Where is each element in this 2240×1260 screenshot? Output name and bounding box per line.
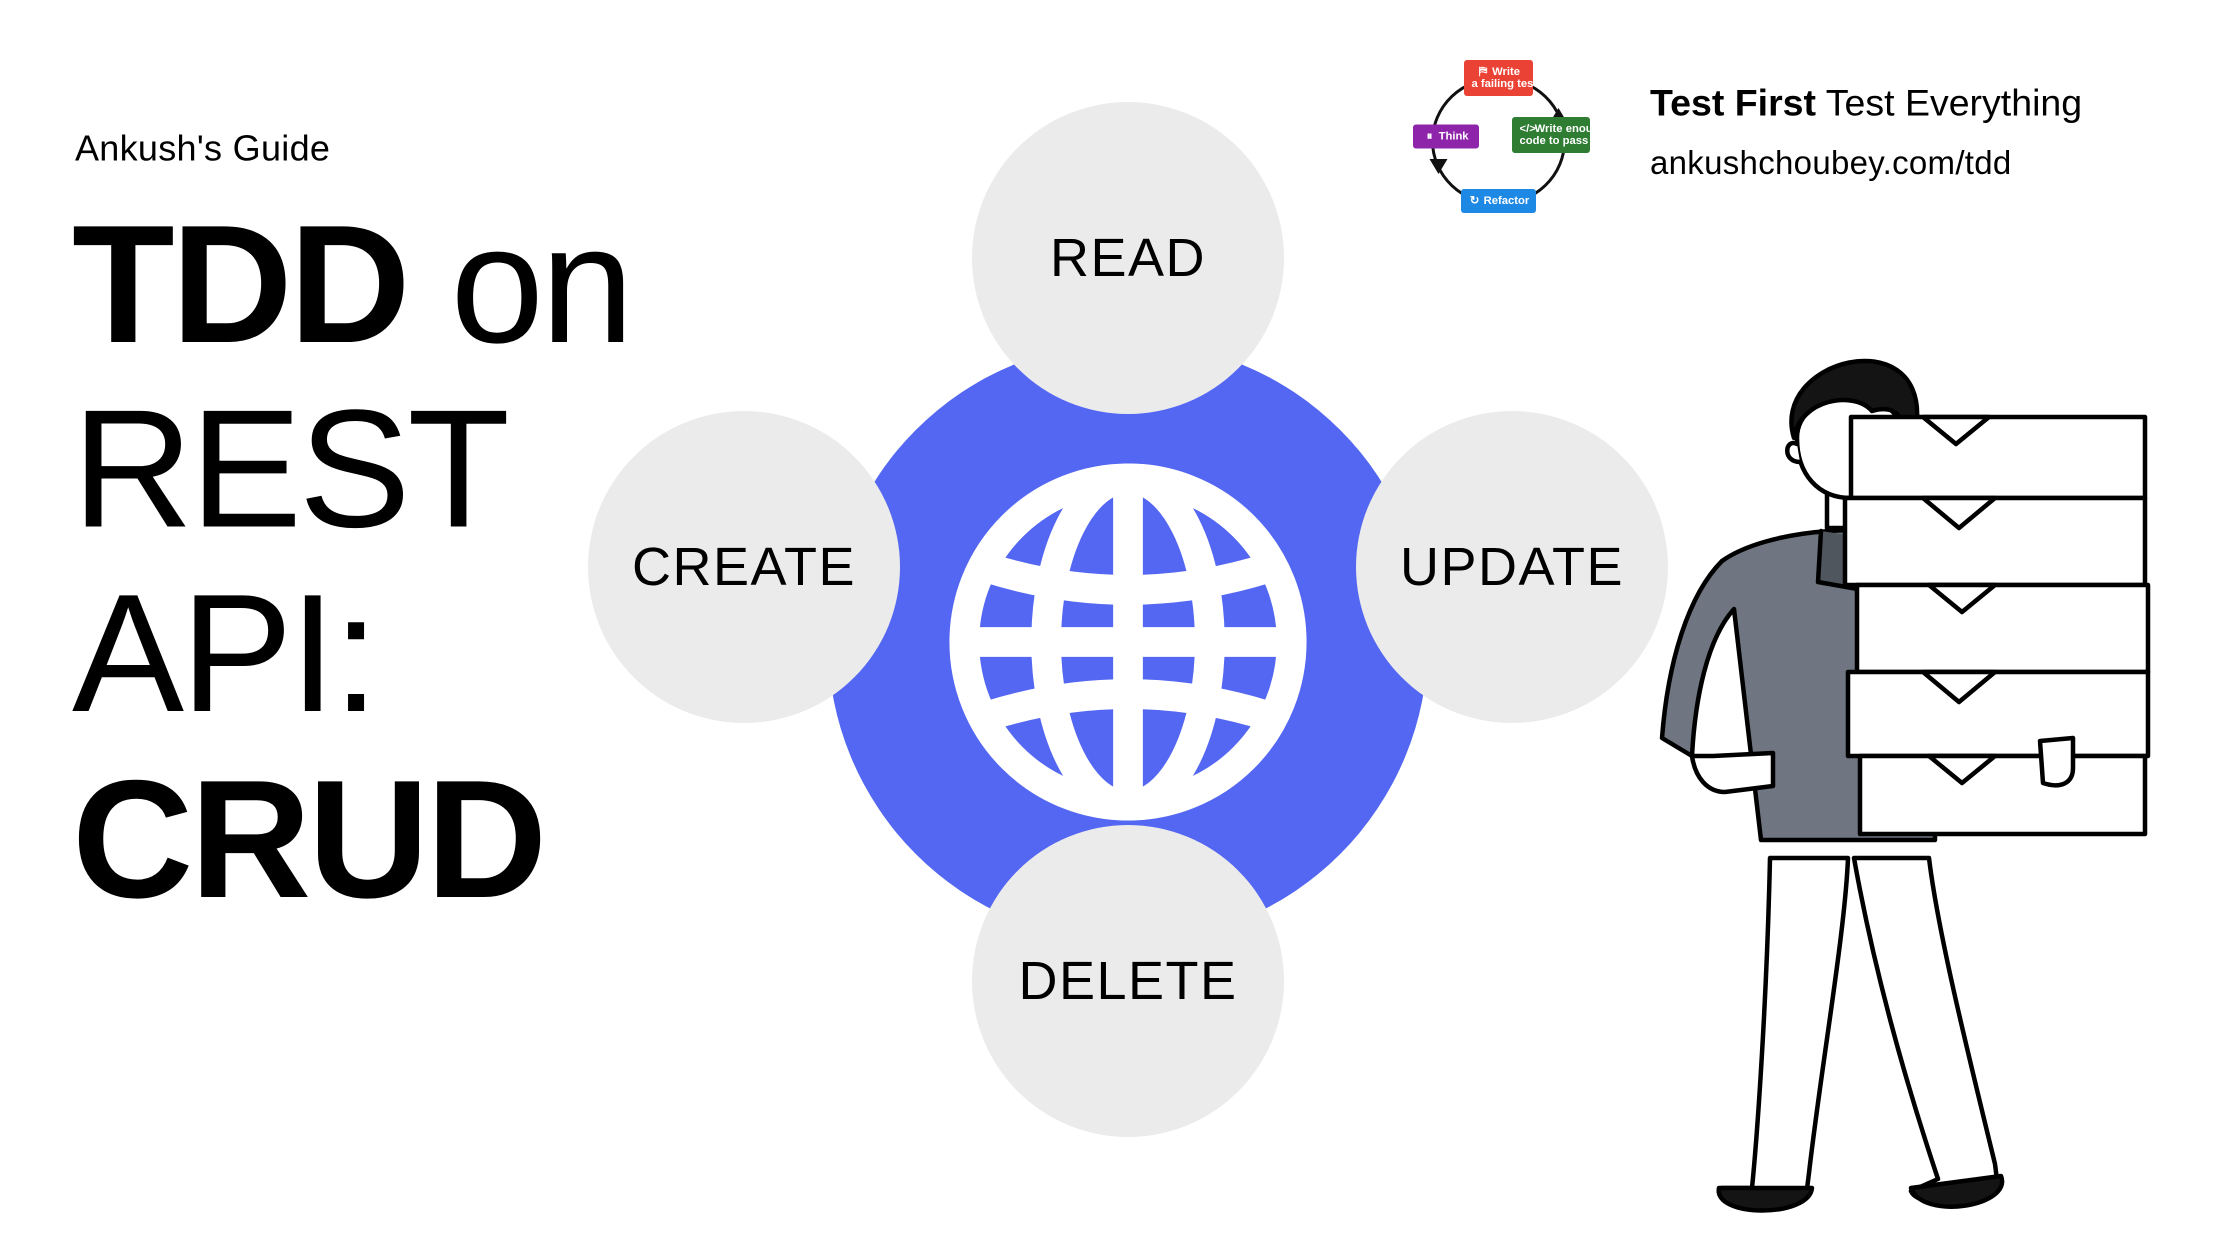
crud-bubble-delete: DELETE — [972, 825, 1284, 1137]
badge-write-failing-test: ⛿ Write a failing test — [1464, 60, 1533, 96]
title-rest: REST — [72, 377, 631, 562]
person-illustration — [1545, 288, 2175, 1248]
tagline-bold: Test First — [1650, 83, 1816, 125]
kicker-text: Ankush's Guide — [75, 129, 330, 171]
tagline-rest: Test Everything — [1816, 83, 2082, 125]
title-api: API: — [72, 562, 631, 747]
top-right-caption: Test First Test Everything ankushchoubey… — [1650, 83, 2082, 184]
crud-bubble-read: READ — [972, 102, 1284, 414]
title-tdd: TDD — [72, 191, 407, 379]
crud-cluster: READ CREATE UPDATE DELETE — [603, 117, 1653, 1167]
title-on: on — [407, 191, 630, 379]
poster: Ankush's Guide TDD on REST API: CRUD ⛿ W… — [0, 0, 2240, 1260]
title-crud: CRUD — [72, 746, 631, 931]
tagline-url: ankushchoubey.com/tdd — [1650, 144, 2082, 183]
crud-bubble-create: CREATE — [588, 411, 900, 723]
globe-icon — [942, 456, 1314, 828]
main-title: TDD on REST API: CRUD — [72, 192, 631, 931]
